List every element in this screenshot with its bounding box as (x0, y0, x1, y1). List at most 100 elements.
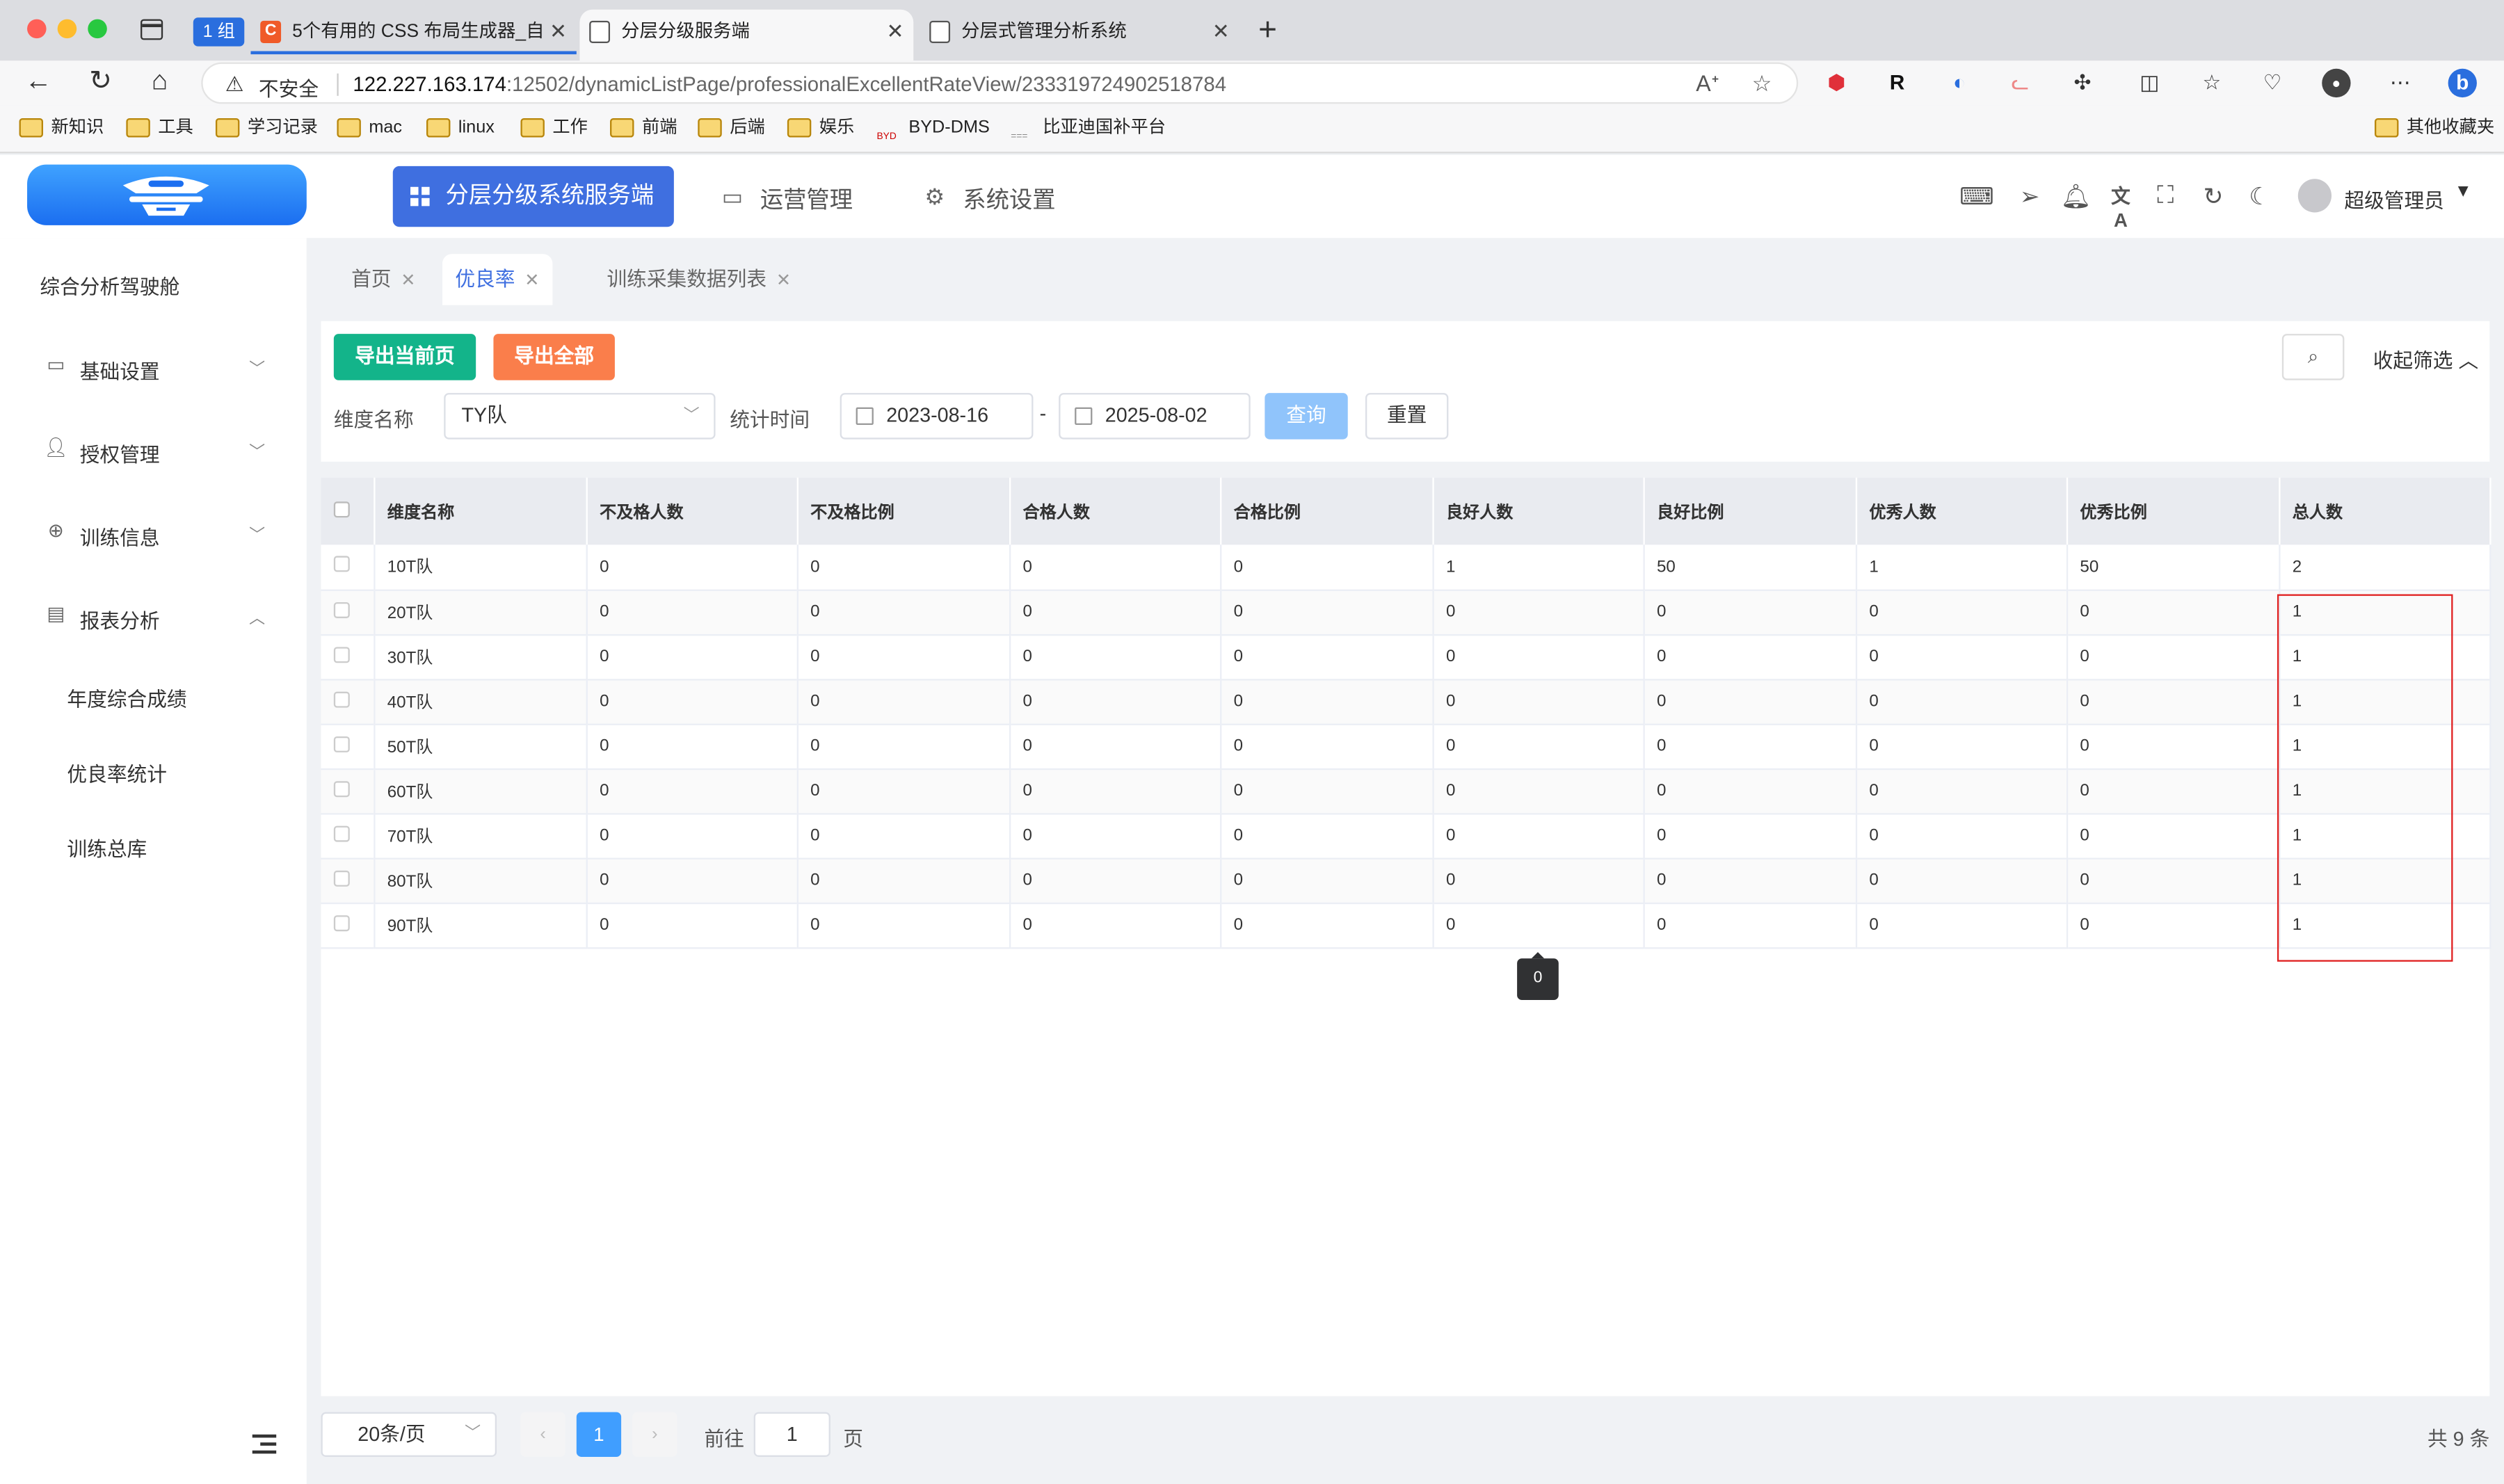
nav-operations[interactable]: ▭ 运营管理 (722, 182, 853, 216)
reset-button[interactable]: 重置 (1365, 393, 1449, 439)
row-checkbox[interactable] (321, 723, 375, 768)
table-row[interactable]: 60T队 0 0 0 0 0 0 0 0 1 (321, 768, 2491, 814)
table-row[interactable]: 50T队 0 0 0 0 0 0 0 0 1 (321, 723, 2491, 768)
url-text[interactable]: 122.227.163.174:12502/dynamicListPage/pr… (353, 72, 1226, 95)
extensions-puzzle-icon[interactable]: ✣ (2068, 69, 2096, 97)
refresh-icon[interactable]: ↻ (2197, 182, 2229, 211)
close-icon[interactable]: ✕ (524, 272, 539, 291)
sidebar-subitem-excellent-rate[interactable]: 优良率统计 (67, 757, 167, 788)
split-screen-icon[interactable]: ◫ (2135, 69, 2164, 97)
dimension-select[interactable]: TY队 ﹀ (444, 393, 716, 439)
browser-essentials-icon[interactable]: ♡ (2258, 69, 2286, 97)
browser-tab-css[interactable]: C 5个有用的 CSS 布局生成器_自 ✕ (250, 10, 577, 55)
reload-icon[interactable]: ↻ (83, 65, 118, 97)
row-checkbox[interactable] (321, 634, 375, 679)
bookmark-folder[interactable]: 新知识 (19, 115, 104, 140)
read-aloud-icon[interactable]: Aᐩ (1696, 70, 1719, 97)
table-row[interactable]: 30T队 0 0 0 0 0 0 0 0 1 (321, 634, 2491, 679)
dark-mode-moon-icon[interactable]: ☾ (2244, 182, 2276, 211)
fullscreen-icon[interactable]: ⛶ (2149, 182, 2181, 209)
send-icon[interactable]: ➢ (2014, 182, 2046, 211)
address-bar[interactable]: ⚠ 不安全 122.227.163.174:12502/dynamicListP… (201, 62, 1799, 104)
profile-avatar-icon[interactable]: ● (2322, 68, 2351, 98)
nav-service-button[interactable]: 分层分级系统服务端 (392, 166, 674, 227)
tag-excellent-rate[interactable]: 优良率 ✕ (442, 254, 552, 305)
start-date-input[interactable]: 2023-08-16 (840, 393, 1034, 439)
caret-down-icon[interactable]: ▼ (2455, 182, 2472, 202)
translate-icon[interactable]: 文A (2105, 182, 2137, 232)
back-arrow-icon[interactable]: ← (21, 65, 56, 97)
close-icon[interactable]: ✕ (401, 272, 415, 291)
export-all-button[interactable]: 导出全部 (493, 334, 615, 380)
extension-c-icon[interactable]: ◐ (1945, 69, 1973, 97)
sidebar-item-report-analysis[interactable]: ▤ 报表分析 ︿ (0, 601, 307, 633)
page-number-current[interactable]: 1 (576, 1412, 622, 1457)
extension-cat-icon[interactable]: ᓚ (2006, 69, 2034, 97)
page-size-select[interactable]: 20条/页 ﹀ (321, 1412, 497, 1457)
minimize-window-button[interactable] (57, 19, 77, 39)
tag-training-data-list[interactable]: 训练采集数据列表 ✕ (594, 254, 803, 305)
bookmark-link[interactable]: BYD BYD-DMS (876, 115, 989, 142)
copilot-icon[interactable]: b (2448, 68, 2477, 98)
browser-tab-service[interactable]: 分层分级服务端 ✕ (579, 9, 914, 61)
bookmark-link[interactable]: === 比亚迪国补平台 (1011, 115, 1166, 142)
sidebar-item-cockpit[interactable]: 综合分析驾驶舱 (40, 270, 179, 300)
tag-home[interactable]: 首页 ✕ (339, 254, 428, 305)
query-button[interactable]: 查询 (1265, 393, 1348, 439)
row-checkbox[interactable] (321, 857, 375, 903)
goto-page-input[interactable]: 1 (753, 1412, 830, 1457)
collapse-menu-icon[interactable] (252, 1434, 277, 1454)
bookmark-folder[interactable]: 工作 (520, 115, 588, 140)
row-checkbox[interactable] (321, 768, 375, 814)
bookmark-folder[interactable]: 后端 (698, 115, 765, 140)
bookmark-folder[interactable]: 学习记录 (215, 115, 318, 140)
row-checkbox[interactable] (321, 679, 375, 724)
new-tab-plus-icon[interactable]: + (1258, 13, 1277, 49)
row-checkbox[interactable] (321, 813, 375, 858)
table-row[interactable]: 70T队 0 0 0 0 0 0 0 0 1 (321, 813, 2491, 858)
table-row[interactable]: 10T队 0 0 0 0 1 50 1 50 2 (321, 545, 2491, 590)
home-icon[interactable]: ⌂ (142, 65, 177, 97)
bookmark-folder[interactable]: linux (426, 115, 495, 140)
sidebar-toggle-icon[interactable] (141, 19, 163, 40)
close-icon[interactable]: ✕ (776, 272, 791, 291)
close-tab-icon[interactable]: ✕ (886, 10, 904, 54)
bookmark-folder[interactable]: 前端 (610, 115, 677, 140)
favorites-icon[interactable]: ☆ (2197, 69, 2226, 97)
search-icon[interactable]: ⌕ (2281, 334, 2345, 380)
nav-settings[interactable]: ⚙ 系统设置 (924, 182, 1055, 216)
row-checkbox[interactable] (321, 902, 375, 948)
bookmark-folder[interactable]: 工具 (126, 115, 193, 140)
sidebar-subitem-training-library[interactable]: 训练总库 (67, 832, 147, 863)
row-checkbox[interactable] (321, 545, 375, 590)
sidebar-item-authorization[interactable]: 👤︎ 授权管理 ﹀ (0, 435, 307, 467)
favorite-star-icon[interactable]: ☆ (1752, 70, 1772, 97)
extension-r-icon[interactable]: R (1883, 69, 1911, 97)
sidebar-subitem-annual-score[interactable]: 年度综合成绩 (67, 682, 186, 713)
table-row[interactable]: 40T队 0 0 0 0 0 0 0 0 1 (321, 679, 2491, 724)
end-date-input[interactable]: 2025-08-02 (1059, 393, 1251, 439)
select-all-checkbox[interactable] (321, 477, 375, 545)
other-bookmarks-folder[interactable]: 其他收藏夹 (2375, 115, 2494, 140)
extension-shield-icon[interactable]: ⬢ (1822, 69, 1851, 97)
table-row[interactable]: 80T队 0 0 0 0 0 0 0 0 1 (321, 857, 2491, 903)
table-row[interactable]: 90T队 0 0 0 0 0 0 0 0 1 (321, 902, 2491, 948)
prev-page-icon[interactable]: ‹ (520, 1412, 565, 1457)
username[interactable]: 超级管理员 (2344, 184, 2444, 214)
maximize-window-button[interactable] (88, 19, 107, 39)
close-tab-icon[interactable]: ✕ (1212, 10, 1230, 54)
bell-icon[interactable]: 🔔︎ (2060, 182, 2092, 211)
browser-tab-analysis[interactable]: 分层式管理分析系统 ✕ (920, 10, 1239, 54)
table-row[interactable]: 20T队 0 0 0 0 0 0 0 0 1 (321, 589, 2491, 634)
tab-group-badge[interactable]: 1 组 (193, 17, 245, 47)
sidebar-item-training-info[interactable]: ⊕ 训练信息 ﹀ (0, 517, 307, 550)
bookmark-folder[interactable]: 娱乐 (787, 115, 854, 140)
close-window-button[interactable] (27, 19, 47, 39)
avatar[interactable] (2297, 179, 2332, 213)
close-tab-icon[interactable]: ✕ (549, 10, 567, 51)
code-icon[interactable]: ⌨ (1959, 182, 1994, 211)
more-menu-icon[interactable]: ⋯ (2386, 69, 2414, 97)
next-page-icon[interactable]: › (632, 1412, 677, 1457)
export-current-page-button[interactable]: 导出当前页 (333, 334, 476, 380)
row-checkbox[interactable] (321, 589, 375, 634)
